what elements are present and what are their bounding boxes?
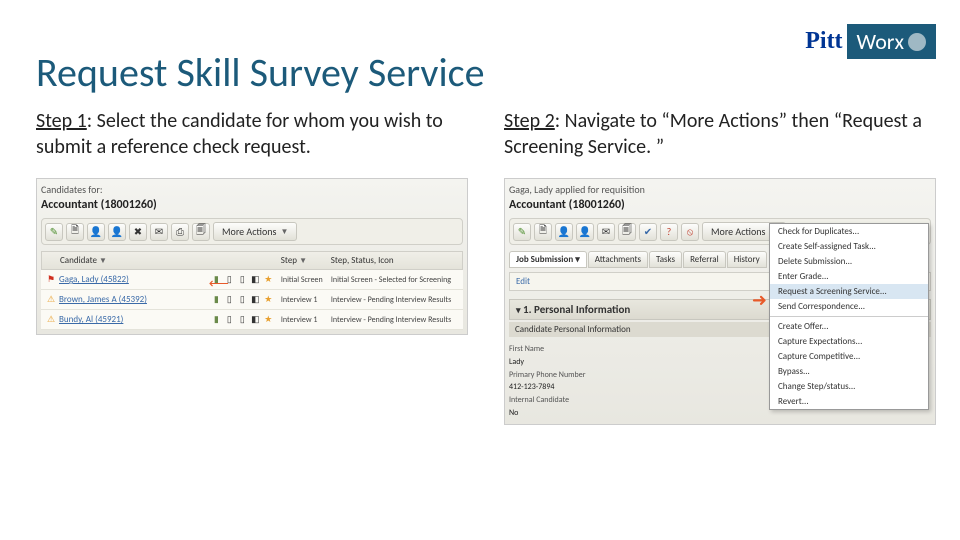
doc-icon[interactable]: 🗎 — [66, 223, 84, 241]
menu-separator — [770, 316, 928, 317]
more-actions-menu: Check for Duplicates...Create Self-assig… — [769, 223, 929, 410]
panel2-title: Accountant (18001260) — [509, 198, 931, 212]
menu-item[interactable]: Capture Competitive... — [770, 349, 928, 364]
menu-item[interactable]: Enter Grade... — [770, 269, 928, 284]
status-cell: Interview - Pending Interview Results — [331, 295, 461, 305]
flag-icon: ⚠ — [43, 294, 59, 305]
step1-label: Step 1 — [36, 109, 87, 133]
user-remove-icon[interactable]: 👤 — [108, 223, 126, 241]
tab-referral[interactable]: Referral — [683, 251, 726, 268]
chevron-down-icon: ▼ — [280, 227, 288, 237]
menu-item[interactable]: Change Step/status... — [770, 379, 928, 394]
mail-icon[interactable]: ✉ — [597, 223, 615, 241]
row-icons: ▮▯▯◧★ — [211, 274, 281, 285]
edit-icon[interactable]: ✎ — [513, 223, 531, 241]
flag-icon: ⚑ — [43, 274, 59, 285]
panel1-title: Accountant (18001260) — [41, 198, 463, 212]
delete-icon[interactable]: ✖ — [129, 223, 147, 241]
field-value: No — [509, 408, 518, 418]
menu-item[interactable]: Create Self-assigned Task... — [770, 239, 928, 254]
candidate-link[interactable]: Gaga, Lady (45822)⟵ — [59, 274, 211, 285]
menu-item[interactable]: Bypass... — [770, 364, 928, 379]
tab-job-submission[interactable]: Job Submission ▾ — [509, 251, 587, 268]
step1-text: Step 1: Select the candidate for whom yo… — [36, 108, 468, 160]
check-icon[interactable]: ✔ — [639, 223, 657, 241]
panel1-header: Candidates for: — [41, 183, 463, 196]
page-title: Request Skill Survey Service — [36, 48, 484, 97]
doc2-icon[interactable]: 🗐 — [192, 223, 210, 241]
brand-logo: Pitt Worx — [805, 24, 936, 59]
logo-worx-text: Worx — [847, 24, 936, 59]
more-actions-button[interactable]: More Actions▼ — [213, 222, 297, 241]
doc2-icon[interactable]: 🗐 — [618, 223, 636, 241]
step2-label: Step 2 — [504, 109, 555, 133]
user-icon[interactable]: 👤 — [555, 223, 573, 241]
user2-icon[interactable]: 👤 — [576, 223, 594, 241]
status-cell: Interview - Pending Interview Results — [331, 315, 461, 325]
menu-item[interactable]: Create Offer... — [770, 319, 928, 334]
candidates-panel: Candidates for: Accountant (18001260) ✎ … — [36, 178, 468, 335]
user-add-icon[interactable]: 👤 — [87, 223, 105, 241]
help-icon[interactable]: ? — [660, 223, 678, 241]
table-header: Candidate ▼ Step ▼ Step, Status, Icon — [41, 251, 463, 270]
table-row[interactable]: ⚠Brown, James A (45392)▮▯▯◧★Interview 1I… — [41, 290, 463, 310]
menu-item[interactable]: Delete Submission... — [770, 254, 928, 269]
tab-history[interactable]: History — [727, 251, 767, 268]
tab-tasks[interactable]: Tasks — [649, 251, 682, 268]
gear-icon — [908, 33, 926, 51]
field-value: Lady — [509, 357, 524, 367]
mail-icon[interactable]: ✉ — [150, 223, 168, 241]
tab-attachments[interactable]: Attachments — [588, 251, 648, 268]
menu-item[interactable]: Check for Duplicates... — [770, 224, 928, 239]
menu-item[interactable]: Capture Expectations... — [770, 334, 928, 349]
panel1-toolbar: ✎ 🗎 👤 👤 ✖ ✉ ⎙ 🗐 More Actions▼ — [41, 218, 463, 245]
field-label: Primary Phone Number — [509, 370, 586, 380]
menu-item[interactable]: Revert... — [770, 394, 928, 409]
field-value: 412-123-7894 — [509, 382, 554, 392]
step2-text: Step 2: Navigate to “More Actions” then … — [504, 108, 936, 160]
row-icons: ▮▯▯◧★ — [211, 294, 281, 305]
print-icon[interactable]: ⎙ — [171, 223, 189, 241]
candidate-link[interactable]: Bundy, Al (45921) — [59, 314, 211, 325]
step-cell: Initial Screen — [281, 275, 331, 285]
table-row[interactable]: ⚑Gaga, Lady (45822)⟵▮▯▯◧★Initial ScreenI… — [41, 270, 463, 290]
candidate-link[interactable]: Brown, James A (45392) — [59, 294, 211, 305]
panel2-crumb: Gaga, Lady applied for requisition — [509, 183, 931, 196]
logo-pitt-text: Pitt — [805, 28, 842, 55]
menu-item[interactable]: Request a Screening Service... — [770, 284, 928, 299]
flag-icon: ⚠ — [43, 314, 59, 325]
step-cell: Interview 1 — [281, 295, 331, 305]
field-label: Internal Candidate — [509, 395, 569, 405]
open-icon[interactable]: ✎ — [45, 223, 63, 241]
row-icons: ▮▯▯◧★ — [211, 314, 281, 325]
table-row[interactable]: ⚠Bundy, Al (45921)▮▯▯◧★Interview 1Interv… — [41, 310, 463, 330]
status-cell: Initial Screen - Selected for Screening — [331, 275, 461, 285]
candidate-detail-panel: Gaga, Lady applied for requisition Accou… — [504, 178, 936, 425]
stop-icon[interactable]: ⦸ — [681, 223, 699, 241]
doc-icon[interactable]: 🗎 — [534, 223, 552, 241]
menu-item[interactable]: Send Correspondence... — [770, 299, 928, 314]
field-label: First Name — [509, 344, 544, 354]
step-cell: Interview 1 — [281, 315, 331, 325]
